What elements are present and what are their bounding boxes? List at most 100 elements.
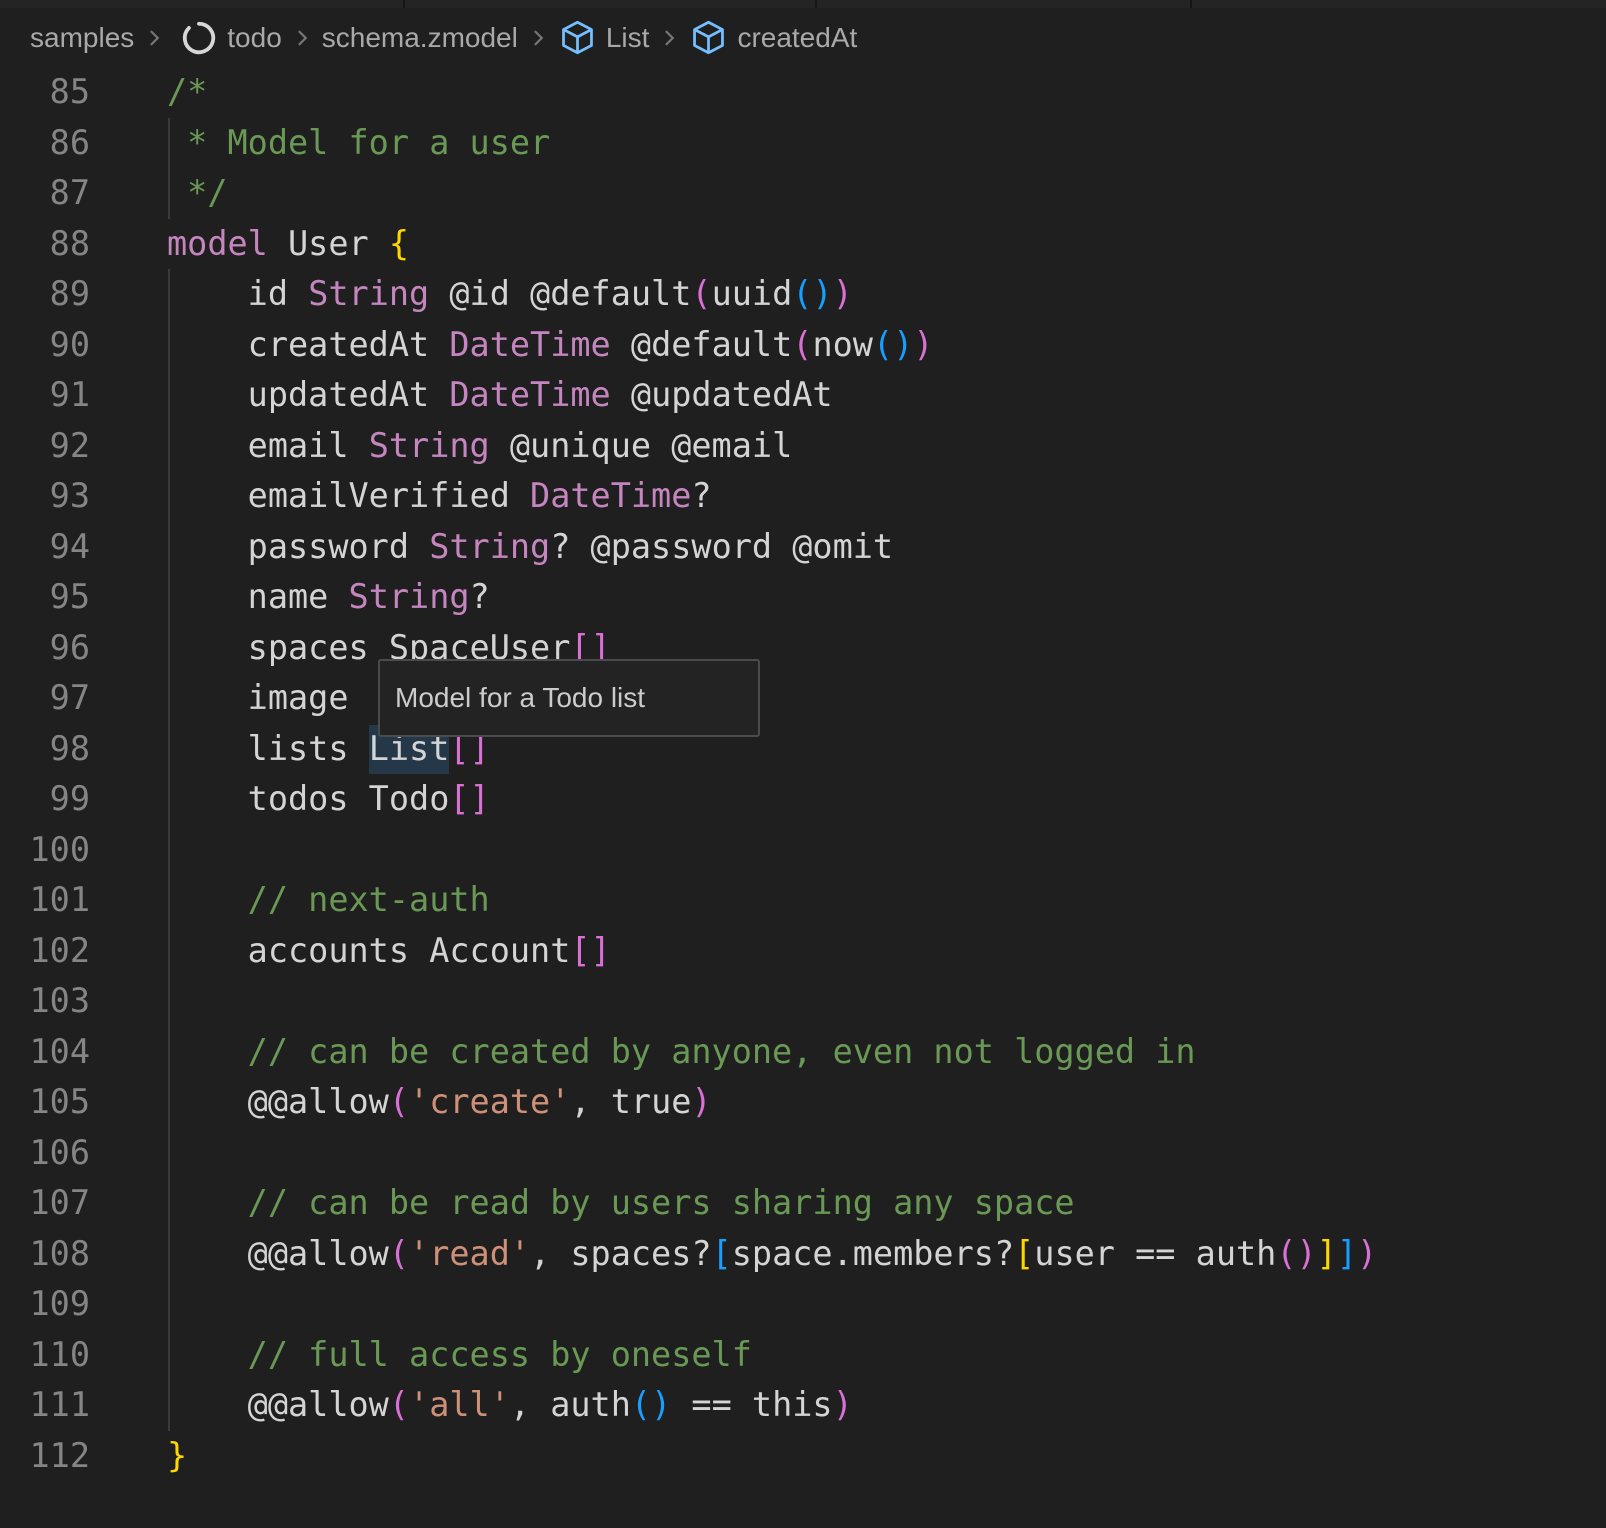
breadcrumb-item-samples[interactable]: samples [30,8,134,67]
code-token: image [167,678,349,717]
line-content[interactable]: password String? @password @omit [167,522,893,573]
line-content[interactable]: model User { [167,219,409,270]
line-number: 108 [0,1229,90,1280]
code-line-87: 87 */ [0,168,1606,219]
line-content[interactable]: name String? [167,572,490,623]
line-content[interactable]: /* [167,67,207,118]
line-content[interactable]: emailVerified DateTime? [167,471,712,522]
code-token: ) [691,1082,711,1121]
tab-divider [815,0,817,8]
code-token: User [268,224,389,263]
tab-divider [1190,0,1192,8]
code-line-96: 96 spaces SpaceUser[] [0,623,1606,674]
code-token: ] [1317,1234,1337,1273]
code-token: [ [1014,1234,1034,1273]
code-token: emailVerified [167,476,530,515]
line-content[interactable]: * Model for a user [167,118,550,169]
line-number: 98 [0,724,90,775]
code-token: createdAt [167,325,449,364]
breadcrumb-item-schema-zmodel[interactable]: schema.zmodel [322,8,518,67]
code-token: DateTime [530,476,691,515]
line-content[interactable]: updatedAt DateTime @updatedAt [167,370,833,421]
symbol-cube-icon [558,18,597,57]
code-token: @id @default [429,274,691,313]
code-line-109: 109 [0,1279,1606,1330]
code-token: lists [167,729,369,768]
code-token: @updatedAt [611,375,833,414]
code-token: , spaces? [530,1234,712,1273]
code-line-89: 89 id String @id @default(uuid()) [0,269,1606,320]
line-content[interactable]: accounts Account[] [167,926,611,977]
line-number: 95 [0,572,90,623]
code-token: ) [913,325,933,364]
line-number: 91 [0,370,90,421]
code-token: () [631,1385,671,1424]
code-token: @unique @email [490,426,793,465]
code-token: ( [389,1234,409,1273]
code-line-103: 103 [0,976,1606,1027]
loading-spinner-icon [180,19,218,57]
line-content[interactable]: email String @unique @email [167,421,792,472]
code-line-88: 88 model User { [0,219,1606,270]
line-content[interactable]: todos Todo[] [167,774,490,825]
code-line-112: 112} [0,1431,1606,1482]
code-token: ) [833,1385,853,1424]
code-token: email [167,426,369,465]
line-content[interactable]: @@allow('read', spaces?[space.members?[u… [167,1229,1377,1280]
symbol-cube-icon [689,18,728,57]
breadcrumb-item-createdat[interactable]: createdAt [737,8,857,67]
line-content[interactable]: id String @id @default(uuid()) [167,269,853,320]
line-number: 105 [0,1077,90,1128]
code-area: 85/*86 * Model for a user87 */88model Us… [0,67,1606,1481]
breadcrumb-item-todo[interactable]: todo [227,8,282,67]
code-token: DateTime [449,325,610,364]
code-token: DateTime [449,375,610,414]
code-token: , auth [510,1385,631,1424]
line-number: 92 [0,421,90,472]
code-token: @@allow [167,1385,389,1424]
code-token: @@allow [167,1082,389,1121]
line-content[interactable]: // can be created by anyone, even not lo… [167,1027,1196,1078]
code-token: 'create' [409,1082,570,1121]
code-line-108: 108 @@allow('read', spaces?[space.member… [0,1229,1606,1280]
code-token: ] [1337,1234,1357,1273]
code-token: user == auth [1034,1234,1276,1273]
tab-strip [0,0,1606,8]
line-number: 103 [0,976,90,1027]
line-content[interactable]: // next-auth [167,875,490,926]
line-content[interactable]: image [167,673,349,724]
line-content[interactable]: createdAt DateTime @default(now()) [167,320,933,371]
line-number: 97 [0,673,90,724]
code-token: String [369,426,490,465]
line-number: 88 [0,219,90,270]
code-token: * Model for a user [167,123,550,162]
line-number: 112 [0,1431,90,1482]
code-token: // full access by oneself [167,1335,752,1374]
breadcrumb-item-list[interactable]: List [606,8,650,67]
code-token: now [812,325,873,364]
chevron-right-icon [654,23,684,53]
line-content[interactable]: */ [167,168,228,219]
line-content[interactable]: // full access by oneself [167,1330,752,1381]
line-content[interactable]: // can be read by users sharing any spac… [167,1178,1075,1229]
line-content[interactable]: @@allow('all', auth() == this) [167,1380,853,1431]
line-number: 101 [0,875,90,926]
code-line-92: 92 email String @unique @email [0,421,1606,472]
code-token: [] [449,779,489,818]
hover-tooltip: Model for a Todo list [378,659,760,737]
line-number: 89 [0,269,90,320]
code-token: space.members? [732,1234,1014,1273]
code-token: , true [570,1082,691,1121]
line-content[interactable]: @@allow('create', true) [167,1077,712,1128]
code-token: password [167,527,429,566]
hover-tooltip-text: Model for a Todo list [395,682,645,714]
line-number: 90 [0,320,90,371]
code-line-111: 111 @@allow('all', auth() == this) [0,1380,1606,1431]
code-token: model [167,224,268,263]
code-token: /* [167,72,207,111]
line-content[interactable]: } [167,1431,187,1482]
code-token: @default [611,325,793,364]
code-token: } [167,1436,187,1475]
line-number: 109 [0,1279,90,1330]
code-token: ( [691,274,711,313]
